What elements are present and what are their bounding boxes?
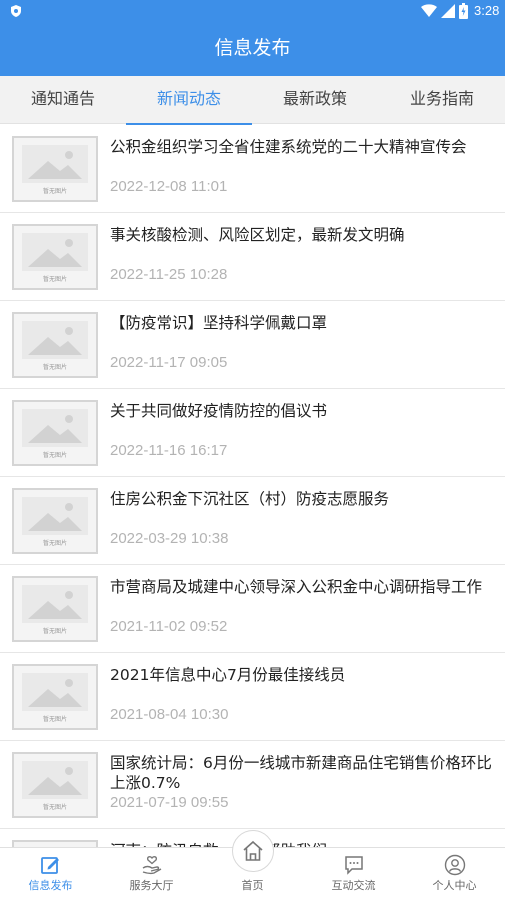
app-bar: 信息发布 [0, 22, 505, 76]
edit-icon [41, 857, 59, 874]
image-placeholder-icon [22, 673, 88, 711]
image-placeholder-icon [22, 321, 88, 359]
tab-bar: 通知通告 新闻动态 最新政策 业务指南 [0, 76, 505, 125]
home-icon [243, 840, 263, 861]
thumbnail-placeholder-text: 暂无图片 [42, 452, 67, 459]
news-title: 国家统计局：6月份一线城市新建商品住宅销售价格环比上涨0.7% [110, 754, 492, 792]
news-title: 关于共同做好疫情防控的倡议书 [110, 402, 328, 420]
news-title: 公积金组织学习全省住建系统党的二十大精神宣传会 [110, 138, 467, 156]
news-date: 2021-07-19 09:55 [110, 794, 229, 811]
news-date: 2022-03-29 10:38 [110, 530, 229, 547]
news-thumbnail: 暂无图片 [12, 224, 98, 290]
tab-news[interactable]: 新闻动态 [126, 76, 252, 125]
news-date: 2022-11-16 16:17 [110, 442, 228, 459]
thumbnail-placeholder-text: 暂无图片 [42, 276, 67, 283]
shield-icon [11, 5, 21, 17]
news-item[interactable]: 暂无图片 公积金组织学习全省住建系统党的二十大精神宣传会 2022-12-08 11… [0, 125, 505, 213]
thumbnail-placeholder-text: 暂无图片 [42, 804, 67, 811]
home-button[interactable] [232, 830, 274, 872]
news-item[interactable]: 暂无图片 市营商局及城建中心领导深入公积金中心调研指导工作 2021-11-02 0… [0, 565, 505, 653]
nav-label: 服务大厅 [129, 879, 174, 892]
news-thumbnail: 暂无图片 [12, 752, 98, 818]
news-list: 暂无图片 公积金组织学习全省住建系统党的二十大精神宣传会 2022-12-08 11… [0, 125, 505, 847]
image-placeholder-icon [22, 233, 88, 271]
tab-guides[interactable]: 业务指南 [379, 76, 505, 124]
news-item[interactable]: 暂无图片 国家统计局：6月份一线城市新建商品住宅销售价格环比上涨0.7% 2021-… [0, 741, 505, 829]
nav-info-publish[interactable]: 信息发布 [0, 848, 101, 897]
news-thumbnail: 暂无图片 [12, 488, 98, 554]
news-title: 住房公积金下沉社区（村）防疫志愿服务 [110, 490, 390, 508]
page-title: 信息发布 [214, 37, 291, 59]
image-placeholder-icon [22, 585, 88, 623]
news-item[interactable]: 暂无图片 关于共同做好疫情防控的倡议书 2022-11-16 16:17 [0, 389, 505, 477]
thumbnail-placeholder-text: 暂无图片 [42, 628, 67, 635]
news-thumbnail: 暂无图片 [12, 664, 98, 730]
news-date: 2022-12-08 11:01 [110, 178, 228, 195]
chat-icon [345, 856, 363, 875]
tab-notices[interactable]: 通知通告 [0, 76, 126, 124]
user-icon [444, 854, 466, 876]
news-date: 2022-11-25 10:28 [110, 266, 228, 283]
news-title: 事关核酸检测、风险区划定，最新发文明确 [110, 226, 405, 244]
nav-label: 首页 [241, 879, 264, 892]
news-item[interactable]: 暂无图片 事关核酸检测、风险区划定，最新发文明确 2022-11-25 10:28 [0, 213, 505, 301]
nav-label: 信息发布 [28, 879, 73, 892]
nav-label: 互动交流 [331, 879, 376, 892]
tab-policies[interactable]: 最新政策 [252, 76, 378, 124]
thumbnail-placeholder-text: 暂无图片 [42, 540, 67, 547]
news-thumbnail: 暂无图片 [12, 312, 98, 378]
news-thumbnail: 暂无图片 [12, 136, 98, 202]
thumbnail-placeholder-text: 暂无图片 [42, 188, 67, 195]
hand-heart-icon [142, 856, 162, 875]
image-placeholder-icon [22, 145, 88, 183]
news-item[interactable]: 暂无图片 2021年信息中心7月份最佳接线员 2021-08-04 10:30 [0, 653, 505, 741]
thumbnail-placeholder-text: 暂无图片 [42, 364, 67, 371]
wifi-icon [421, 4, 437, 17]
nav-service-hall[interactable]: 服务大厅 [101, 848, 202, 897]
news-date: 2021-11-02 09:52 [110, 618, 228, 635]
news-title: 市营商局及城建中心领导深入公积金中心调研指导工作 [110, 578, 483, 596]
image-placeholder-icon [22, 761, 88, 799]
status-time: 3:28 [474, 3, 500, 18]
nav-label: 个人中心 [432, 879, 477, 892]
news-thumbnail: 暂无图片 [12, 400, 98, 466]
news-title: 【防疫常识】坚持科学佩戴口罩 [110, 314, 328, 332]
news-date: 2022-11-17 09:05 [110, 354, 228, 371]
image-placeholder-icon [22, 409, 88, 447]
nav-personal-center[interactable]: 个人中心 [404, 848, 505, 897]
nav-interaction[interactable]: 互动交流 [303, 848, 404, 897]
signal-icon [441, 4, 455, 18]
news-thumbnail: 暂无图片 [12, 840, 98, 847]
thumbnail-placeholder-text: 暂无图片 [42, 716, 67, 723]
image-placeholder-icon [22, 497, 88, 535]
news-date: 2021-08-04 10:30 [110, 706, 229, 723]
battery-icon [459, 3, 468, 19]
status-bar: 3:28 [0, 0, 505, 22]
news-title: 2021年信息中心7月份最佳接线员 [110, 666, 346, 684]
news-item[interactable]: 暂无图片 住房公积金下沉社区（村）防疫志愿服务 2022-03-29 10:38 [0, 477, 505, 565]
news-item[interactable]: 暂无图片 【防疫常识】坚持科学佩戴口罩 2022-11-17 09:05 [0, 301, 505, 389]
news-thumbnail: 暂无图片 [12, 576, 98, 642]
